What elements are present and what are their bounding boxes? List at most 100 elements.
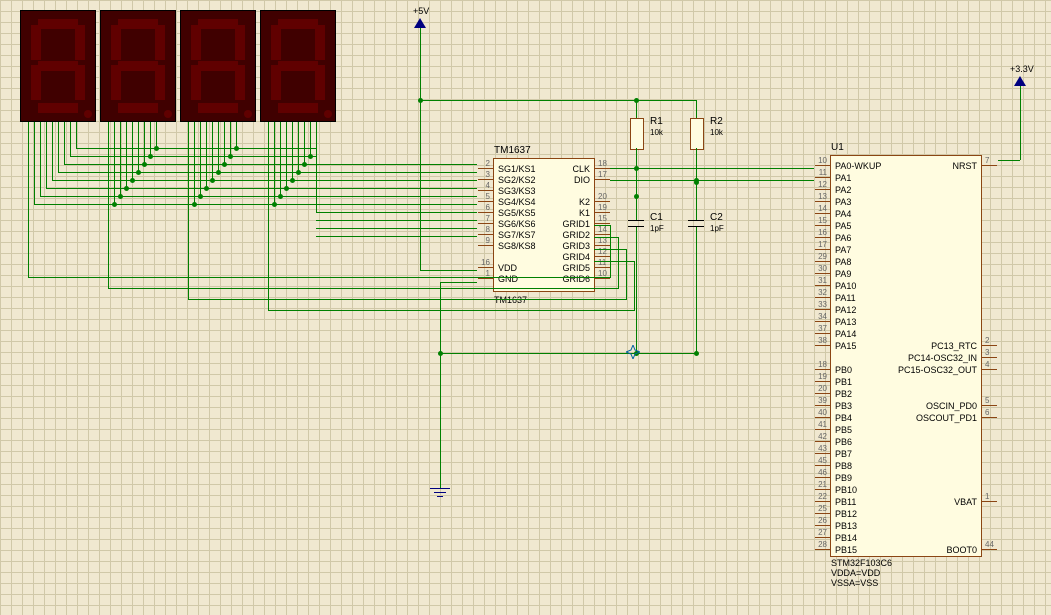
pin-label: OSCIN_PD0 (922, 401, 981, 411)
pin-number: 27 (813, 528, 827, 537)
resistor-r2[interactable] (690, 118, 704, 150)
pin-number: 3 (985, 348, 999, 357)
pin-label: PB0 (831, 365, 856, 375)
pin-label: PC13_RTC (927, 341, 981, 351)
pin-PB11: PB1122 (831, 496, 860, 507)
seven-segment-4[interactable] (260, 10, 336, 122)
pin-number: 8 (476, 225, 490, 234)
pin-SG4/KS4: SG4/KS45 (494, 196, 540, 207)
ic-tm1637[interactable]: TM1637 TM1637 SG1/KS12SG2/KS23SG3/KS34SG… (493, 158, 595, 292)
power-3v3-symbol (1014, 76, 1026, 86)
seven-segment-1[interactable] (20, 10, 96, 122)
pin-label: PB12 (831, 509, 861, 519)
pin-PA11: PA1132 (831, 292, 860, 303)
pin-SG3/KS3: SG3/KS34 (494, 185, 540, 196)
c1-ref: C1 (650, 212, 663, 223)
pin-PA2: PA212 (831, 184, 855, 195)
pin-label: NRST (949, 161, 982, 171)
pin-SG2/KS2: SG2/KS23 (494, 174, 540, 185)
r1-value: 10k (650, 128, 663, 137)
pin-label: DIO (570, 175, 594, 185)
pin-number: 5 (985, 396, 999, 405)
seven-segment-2[interactable] (100, 10, 176, 122)
pin-number: 20 (813, 384, 827, 393)
ic-stm32[interactable]: U1 STM32F103C6 VDDA=VDD VSSA=VSS PA0-WKU… (830, 155, 982, 557)
pin-label: PB8 (831, 461, 856, 471)
pin-number: 5 (476, 192, 490, 201)
pin-label: VBAT (950, 497, 981, 507)
cap-c1[interactable] (628, 220, 644, 221)
pin-number: 16 (476, 258, 490, 267)
pin-PA8: PA829 (831, 256, 855, 267)
pin-number: 29 (813, 252, 827, 261)
pin-PB14: PB1427 (831, 532, 861, 543)
pin-label: K2 (575, 197, 594, 207)
pin-label: SG6/KS6 (494, 219, 540, 229)
pin-label: PA2 (831, 185, 855, 195)
u1-part: STM32F103C6 (831, 558, 892, 568)
pin-PB15: PB1528 (831, 544, 861, 555)
pin-SG6/KS6: SG6/KS67 (494, 218, 540, 229)
pin-number: 4 (985, 360, 999, 369)
pin-VDD: VDD16 (494, 262, 521, 273)
pin-number: 21 (813, 480, 827, 489)
pin-label: PA1 (831, 173, 855, 183)
pin-DIO: DIO17 (570, 174, 594, 185)
pin-PB3: PB339 (831, 400, 856, 411)
resistor-r1[interactable] (630, 118, 644, 150)
pin-label: PB11 (831, 497, 860, 507)
pin-number: 13 (813, 192, 827, 201)
pin-label: GRID2 (558, 230, 594, 240)
c1-value: 1pF (650, 224, 664, 233)
pin-label: PC14-OSC32_IN (904, 353, 981, 363)
cap-c2[interactable] (688, 220, 704, 221)
tm1637-ref: TM1637 (494, 145, 531, 156)
pin-number: 43 (813, 444, 827, 453)
pin-label: PA10 (831, 281, 860, 291)
pin-PA14: PA1437 (831, 328, 860, 339)
pin-SG1/KS1: SG1/KS12 (494, 163, 540, 174)
pin-number: 41 (813, 420, 827, 429)
pin-label: VDD (494, 263, 521, 273)
pin-label: PB4 (831, 413, 856, 423)
pin-label: PB9 (831, 473, 856, 483)
pin-number: 6 (476, 203, 490, 212)
pin-label: SG8/KS8 (494, 241, 540, 251)
pin-PB8: PB845 (831, 460, 856, 471)
pin-PA10: PA1031 (831, 280, 860, 291)
pin-label: PB7 (831, 449, 856, 459)
pin-number: 45 (813, 456, 827, 465)
pin-label: PA15 (831, 341, 860, 351)
pin-label: GRID5 (558, 263, 594, 273)
pin-label: PA13 (831, 317, 860, 327)
pin-number: 7 (985, 156, 999, 165)
pin-PB5: PB541 (831, 424, 856, 435)
tm1637-part: TM1637 (494, 295, 527, 305)
pin-label: PA0-WKUP (831, 161, 885, 171)
pin-label: SG4/KS4 (494, 197, 540, 207)
pin-GRID3: GRID313 (558, 240, 594, 251)
pin-OSCIN_PD0: OSCIN_PD05 (922, 400, 981, 411)
pin-OSCOUT_PD1: OSCOUT_PD16 (912, 412, 981, 423)
pin-PA15: PA1538 (831, 340, 860, 351)
pin-number: 46 (813, 468, 827, 477)
pin-label: PB13 (831, 521, 861, 531)
pin-label: PA5 (831, 221, 855, 231)
pin-number: 28 (813, 540, 827, 549)
pin-PA9: PA930 (831, 268, 855, 279)
pin-GRID5: GRID511 (558, 262, 594, 273)
pin-label: GRID1 (558, 219, 594, 229)
pin-PC15-OSC32_OUT: PC15-OSC32_OUT4 (894, 364, 981, 375)
pin-number: 42 (813, 432, 827, 441)
pin-label: PB15 (831, 545, 861, 555)
pin-GRID4: GRID412 (558, 251, 594, 262)
pin-PA6: PA616 (831, 232, 855, 243)
pin-PB6: PB642 (831, 436, 856, 447)
pin-K1: K119 (575, 207, 594, 218)
pin-label: SG2/KS2 (494, 175, 540, 185)
pin-number: 10 (813, 156, 827, 165)
pin-label: PB5 (831, 425, 856, 435)
pin-number: 14 (813, 204, 827, 213)
pin-label: PA4 (831, 209, 855, 219)
seven-segment-3[interactable] (180, 10, 256, 122)
